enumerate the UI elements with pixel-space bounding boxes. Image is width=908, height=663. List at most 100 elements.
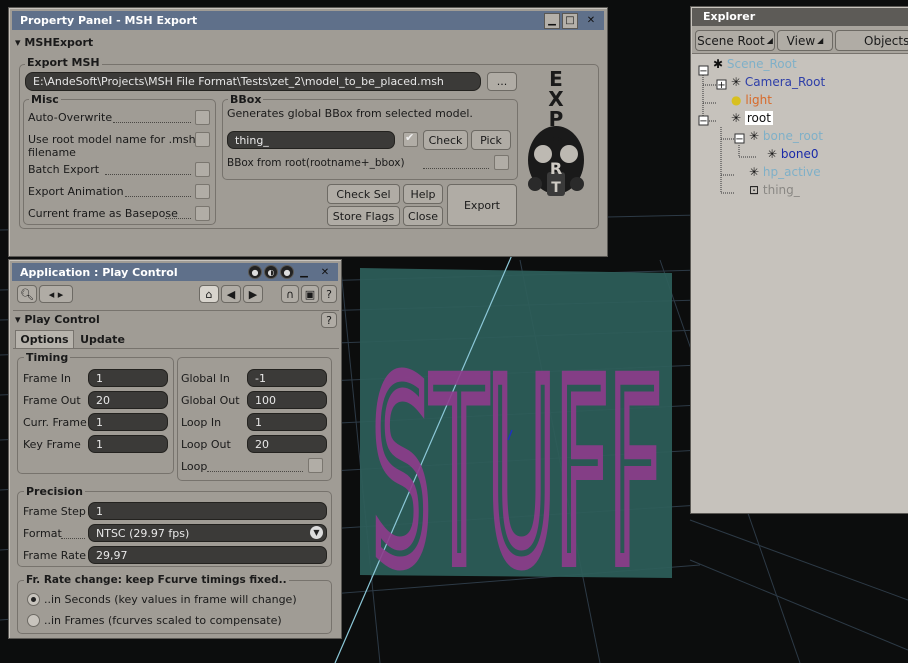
bbox-description: Generates global BBox from selected mode… <box>227 107 473 120</box>
tree-item-bone-root[interactable]: ✳ bone_root <box>749 129 823 145</box>
tree-item-light[interactable]: ● light <box>731 93 772 109</box>
null-icon: ✳ <box>749 165 760 179</box>
loop-out-field[interactable]: 20 <box>247 435 327 453</box>
play-control-title: Application : Play Control <box>20 265 178 279</box>
pick-button[interactable]: Pick <box>471 130 511 150</box>
mshexport-section-label: MSHExport <box>24 36 94 49</box>
close-icon[interactable]: ✕ <box>314 264 336 280</box>
radio-frames[interactable] <box>27 614 40 627</box>
minimize-icon[interactable]: ▁ <box>296 264 312 280</box>
tree-item-camera-root[interactable]: ✳ Camera_Root <box>731 75 825 91</box>
tree-item-root[interactable]: ✳ root <box>731 111 773 127</box>
bbox-checkbox[interactable]: ✔ <box>403 131 418 147</box>
play-toolbar: 🔍︎ ◂ ▸ ⌂ ◀ ▶ ∩ ▣ ? <box>13 285 337 307</box>
basepose-checkbox[interactable] <box>195 206 210 221</box>
chevron-down-icon: ▼ <box>310 526 323 539</box>
browse-button[interactable]: ... <box>487 72 517 91</box>
user-icon[interactable]: ● <box>280 265 294 279</box>
svg-text:−: − <box>699 116 707 127</box>
lock-icon[interactable]: 🔍︎ <box>17 285 37 303</box>
loop-out-label: Loop Out <box>181 438 231 451</box>
help-globe-icon[interactable]: ◐ <box>264 265 278 279</box>
key-frame-field[interactable]: 1 <box>88 435 168 453</box>
dots-leader <box>125 196 191 197</box>
auto-overwrite-checkbox[interactable] <box>195 110 210 125</box>
tab-update[interactable]: Update <box>75 330 130 348</box>
check-sel-button[interactable]: Check Sel <box>327 184 400 204</box>
batch-export-checkbox[interactable] <box>195 162 210 177</box>
play-control-window: Application : Play Control ● ◐ ● ▁ ✕ 🔍︎ … <box>8 259 342 639</box>
objects-dropdown[interactable]: Objects <box>835 30 908 51</box>
minimize-icon[interactable]: ▁ <box>544 12 560 29</box>
tree-item-label: light <box>745 93 772 107</box>
format-label: Format <box>23 527 62 540</box>
help-button[interactable]: Help <box>403 184 443 204</box>
context-icon[interactable]: ● <box>248 265 262 279</box>
loop-label: Loop <box>181 460 208 473</box>
close-icon[interactable]: ✕ <box>580 13 602 29</box>
scene-root-dropdown[interactable]: Scene Root ◢ <box>695 30 775 51</box>
auto-overwrite-label: Auto-Overwrite <box>28 111 113 124</box>
play-control-section-header[interactable]: ▾ Play Control <box>15 313 100 326</box>
tree-item-label: Camera_Root <box>744 75 826 89</box>
back-icon[interactable]: ◀ <box>221 285 241 303</box>
svg-text:T: T <box>551 180 561 196</box>
play-control-titlebar[interactable]: Application : Play Control ● ◐ ● ▁ ✕ <box>12 263 338 281</box>
export-animation-checkbox[interactable] <box>195 184 210 199</box>
tree-item-hp-active[interactable]: ✳ hp_active <box>749 165 821 181</box>
collapse-arrow-icon: ▾ <box>15 36 21 49</box>
loop-checkbox[interactable] <box>308 458 323 473</box>
curr-frame-label: Curr. Frame <box>23 416 87 429</box>
global-in-field[interactable]: -1 <box>247 369 327 387</box>
tab-options[interactable]: Options <box>15 330 74 348</box>
property-panel-titlebar[interactable]: Property Panel - MSH Export ▁ □ ✕ <box>12 11 604 30</box>
light-icon: ● <box>731 93 742 107</box>
tree-item-thing[interactable]: ⊡ thing_ <box>749 183 800 199</box>
radio-seconds-label: ..in Seconds (key values in frame will c… <box>44 593 297 606</box>
scene-root-icon: ✱ <box>713 57 724 71</box>
painted-stuff-text: STUFF <box>372 328 662 619</box>
tree-item-scene-root[interactable]: ✱ Scene_Root <box>713 57 797 73</box>
svg-text:−: − <box>735 134 743 145</box>
view-label: View <box>786 33 816 48</box>
svg-text:R: R <box>550 159 562 178</box>
tree-item-label: bone_root <box>762 129 823 143</box>
frame-step-field[interactable]: 1 <box>88 502 327 520</box>
frame-step-label: Frame Step <box>23 505 86 518</box>
msh-path-field[interactable]: E:\AndeSoft\Projects\MSH File Format\Tes… <box>25 72 481 91</box>
preset-icon[interactable]: ▣ <box>301 285 319 303</box>
global-in-label: Global In <box>181 372 230 385</box>
maximize-icon[interactable]: □ <box>562 12 578 29</box>
export-button[interactable]: Export <box>447 184 517 226</box>
view-dropdown[interactable]: View ◢ <box>777 30 833 51</box>
bbox-model-field[interactable]: thing_ <box>227 131 395 149</box>
frame-in-label: Frame In <box>23 372 71 385</box>
tree-item-bone0[interactable]: ✳ bone0 <box>767 147 818 163</box>
store-flags-button[interactable]: Store Flags <box>327 206 400 226</box>
radio-seconds[interactable] <box>27 593 40 606</box>
close-button[interactable]: Close <box>403 206 443 226</box>
chevron-down-icon: ◢ <box>766 36 773 45</box>
frame-out-field[interactable]: 20 <box>88 391 168 409</box>
use-root-name-checkbox[interactable] <box>195 132 210 147</box>
mshexport-section-header[interactable]: ▾ MSHExport <box>15 36 93 49</box>
help-icon[interactable]: ? <box>321 285 337 303</box>
nav-arrows-icon[interactable]: ◂ ▸ <box>39 285 73 303</box>
dots-leader <box>105 174 191 175</box>
format-select[interactable]: NTSC (29.97 fps) ▼ <box>88 524 327 542</box>
global-out-field[interactable]: 100 <box>247 391 327 409</box>
format-select-value: NTSC (29.97 fps) <box>96 527 190 540</box>
frame-in-field[interactable]: 1 <box>88 369 168 387</box>
basepose-label: Current frame as Basepose <box>28 207 178 220</box>
frame-rate-field[interactable]: 29,97 <box>88 546 327 564</box>
tree-item-label: thing_ <box>762 183 800 197</box>
dots-leader <box>207 471 303 472</box>
magnet-icon[interactable]: ∩ <box>281 285 299 303</box>
forward-icon[interactable]: ▶ <box>243 285 263 303</box>
curr-frame-field[interactable]: 1 <box>88 413 168 431</box>
bbox-from-root-checkbox[interactable] <box>494 155 509 170</box>
section-help-icon[interactable]: ? <box>321 312 337 328</box>
home-icon[interactable]: ⌂ <box>199 285 219 303</box>
check-button[interactable]: Check <box>423 130 468 150</box>
loop-in-field[interactable]: 1 <box>247 413 327 431</box>
